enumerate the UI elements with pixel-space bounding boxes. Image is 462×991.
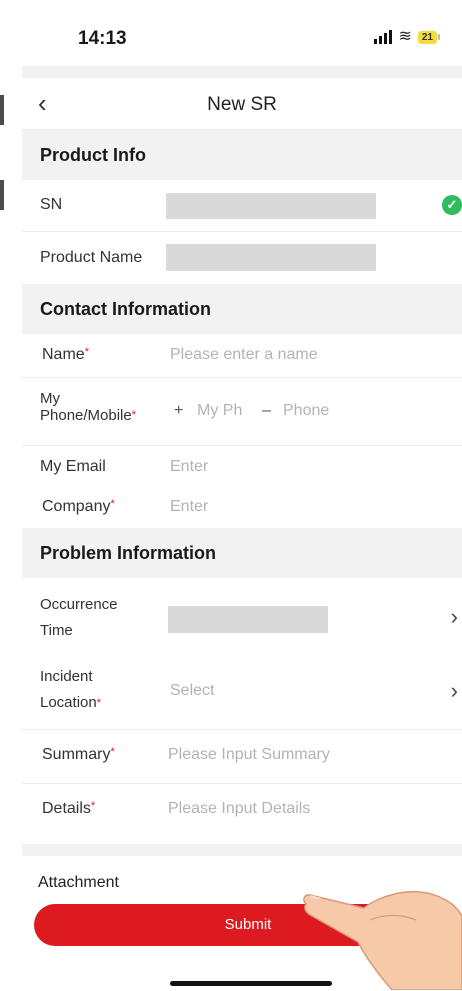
phone-input[interactable]: Phone <box>283 402 329 420</box>
section-problem-info: Problem Information <box>22 528 462 578</box>
company-label-text: Company <box>42 498 111 515</box>
details-label-text: Details <box>42 800 91 817</box>
occurrence-value-masked <box>168 606 328 633</box>
page-title: New SR <box>207 94 277 115</box>
location-label-line1: Incident <box>40 668 93 685</box>
phone-label: My Phone/Mobile* <box>40 390 136 424</box>
phone-code-input[interactable]: My Ph <box>197 402 242 420</box>
details-label: Details* <box>42 800 95 818</box>
required-mark: * <box>90 800 96 812</box>
phone-label-line1: My <box>40 390 60 407</box>
top-strip <box>22 66 462 78</box>
incident-location-row[interactable]: Incident Location* Select › <box>22 658 462 730</box>
occurrence-label-line2: Time <box>40 622 73 639</box>
sn-value-masked <box>166 193 376 219</box>
chevron-right-icon: › <box>450 604 458 629</box>
email-row: My Email Enter <box>22 446 462 488</box>
product-name-row: Product Name <box>22 232 462 284</box>
battery-tip <box>438 34 440 40</box>
chevron-right-icon: › <box>450 678 458 703</box>
company-input[interactable]: Enter <box>170 498 208 516</box>
summary-input[interactable]: Please Input Summary <box>168 746 330 764</box>
name-row: Name* Please enter a name <box>22 334 462 378</box>
occurrence-time-row[interactable]: Occurrence Time › <box>22 578 462 658</box>
app-screen: ‹ New SR Product Info SN ✓ Product Name … <box>22 66 462 991</box>
summary-row: Summary* Please Input Summary <box>22 730 462 784</box>
edge-bar <box>0 95 4 125</box>
phone-dash: – <box>262 402 271 419</box>
name-label-text: Name <box>42 346 85 363</box>
details-row: Details* Please Input Details <box>22 784 462 836</box>
occurrence-label-line1: Occurrence <box>40 596 118 613</box>
status-time: 14:13 <box>78 28 127 49</box>
required-mark: * <box>84 346 89 358</box>
location-select[interactable]: Select <box>170 682 214 700</box>
summary-label-text: Summary <box>42 746 111 763</box>
required-mark: * <box>131 409 137 421</box>
details-input[interactable]: Please Input Details <box>168 800 310 818</box>
navbar: ‹ New SR <box>22 78 462 130</box>
name-label: Name* <box>42 346 89 364</box>
separator-strip <box>22 844 462 856</box>
phone-label-line2: Phone/Mobile <box>40 407 132 424</box>
section-product-info: Product Info <box>22 130 462 180</box>
status-icons: ≋ 21 <box>374 28 440 45</box>
required-mark: * <box>110 746 115 758</box>
location-label-line2: Location <box>40 694 97 711</box>
required-mark: * <box>110 498 115 510</box>
company-label: Company* <box>42 498 115 516</box>
company-row: Company* Enter <box>22 488 462 528</box>
battery-icon: 21 <box>417 30 437 44</box>
hand-pointer-icon <box>303 890 462 990</box>
summary-label: Summary* <box>42 746 115 764</box>
signal-icon <box>374 30 393 44</box>
product-name-value-masked <box>166 244 376 271</box>
email-input[interactable]: Enter <box>170 458 208 476</box>
required-mark: * <box>96 697 101 709</box>
occurrence-label: Occurrence Time <box>40 592 118 644</box>
phone-plus: + <box>174 402 184 419</box>
attachment-label: Attachment <box>38 874 119 891</box>
sn-row: SN ✓ <box>22 180 462 232</box>
check-icon: ✓ <box>442 195 462 215</box>
email-label: My Email <box>40 458 106 475</box>
status-bar: 14:13 ≋ 21 <box>0 0 462 66</box>
edge-bar <box>0 180 4 210</box>
section-contact-info: Contact Information <box>22 284 462 334</box>
wifi-icon: ≋ <box>398 28 412 45</box>
product-name-label: Product Name <box>40 249 143 266</box>
phone-row: My Phone/Mobile* + My Ph – Phone <box>22 378 462 446</box>
name-input[interactable]: Please enter a name <box>170 346 318 364</box>
location-label: Incident Location* <box>40 664 101 716</box>
sn-label: SN <box>40 196 63 213</box>
